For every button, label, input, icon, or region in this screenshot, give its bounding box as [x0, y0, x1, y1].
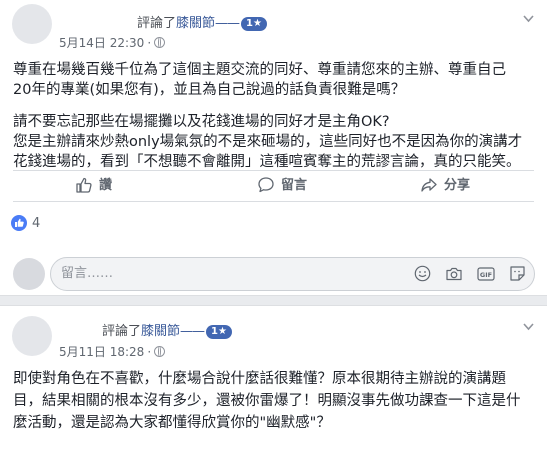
camera-icon[interactable]: [445, 266, 463, 286]
post-body: 即使對角色在不喜歡，什麼場合說什麼話很難懂？原本很期待主辦說的演講題 目，結果相…: [13, 371, 521, 431]
post-header: 評論了膝關節—— 1★: [137, 12, 267, 31]
rating-badge: 1★: [241, 17, 267, 31]
post-meta: 5月11日 18:28 ·: [59, 343, 166, 360]
like-button[interactable]: 讚: [75, 171, 112, 201]
post-header: 評論了膝關節—— 1★: [102, 320, 232, 339]
rating-badge: 1★: [206, 325, 232, 339]
thumbs-up-icon: [76, 177, 92, 193]
share-button[interactable]: 分享: [420, 171, 470, 201]
chevron-down-icon[interactable]: [522, 320, 535, 333]
like-label: 讚: [99, 178, 113, 193]
action-bar: 讚 留言 分享: [13, 170, 534, 202]
review-post-1: 評論了膝關節—— 1★ 5月14日 22:30 · 尊重在場幾百幾千位為了這個主題交…: [0, 0, 547, 296]
reviewer-avatar[interactable]: [12, 316, 52, 356]
comment-input[interactable]: 留言…… GIF: [50, 257, 535, 291]
page-name-link[interactable]: 膝關節: [141, 324, 180, 339]
review-action-text: 評論了: [137, 16, 177, 31]
page-name-link[interactable]: 膝關節: [176, 16, 215, 31]
share-label: 分享: [444, 178, 471, 193]
review-post-2: 評論了膝關節—— 1★ 5月11日 18:28 · 即使對角色在不喜歡，什麼場合說什…: [0, 305, 547, 468]
comment-placeholder: 留言……: [61, 266, 114, 281]
composer-tools: GIF: [405, 265, 526, 283]
like-reaction-icon: [11, 215, 27, 231]
globe-icon: [154, 37, 166, 48]
comment-label: 留言: [281, 178, 308, 193]
reaction-summary[interactable]: 4: [11, 215, 40, 231]
svg-text:GIF: GIF: [480, 270, 492, 278]
reviewer-avatar[interactable]: [12, 4, 52, 44]
globe-icon: [154, 346, 166, 357]
post-body: 尊重在場幾百幾千位為了這個主題交流的同好、尊重請您來的主辦、尊重自己 20年的專…: [13, 62, 523, 170]
chevron-down-icon[interactable]: [522, 12, 535, 25]
gif-icon[interactable]: GIF: [477, 266, 495, 286]
reaction-count: 4: [32, 216, 41, 231]
review-action-text: 評論了: [102, 324, 142, 339]
share-icon: [421, 178, 437, 192]
post-meta: 5月14日 22:30 ·: [59, 34, 166, 51]
sticker-icon[interactable]: [509, 265, 526, 286]
comment-icon: [258, 177, 274, 193]
post-timestamp[interactable]: 5月14日 22:30: [59, 36, 144, 50]
user-avatar: [13, 258, 45, 290]
post-timestamp[interactable]: 5月11日 18:28: [59, 345, 144, 359]
comment-button[interactable]: 留言: [257, 171, 307, 201]
emoji-icon[interactable]: [414, 265, 431, 286]
